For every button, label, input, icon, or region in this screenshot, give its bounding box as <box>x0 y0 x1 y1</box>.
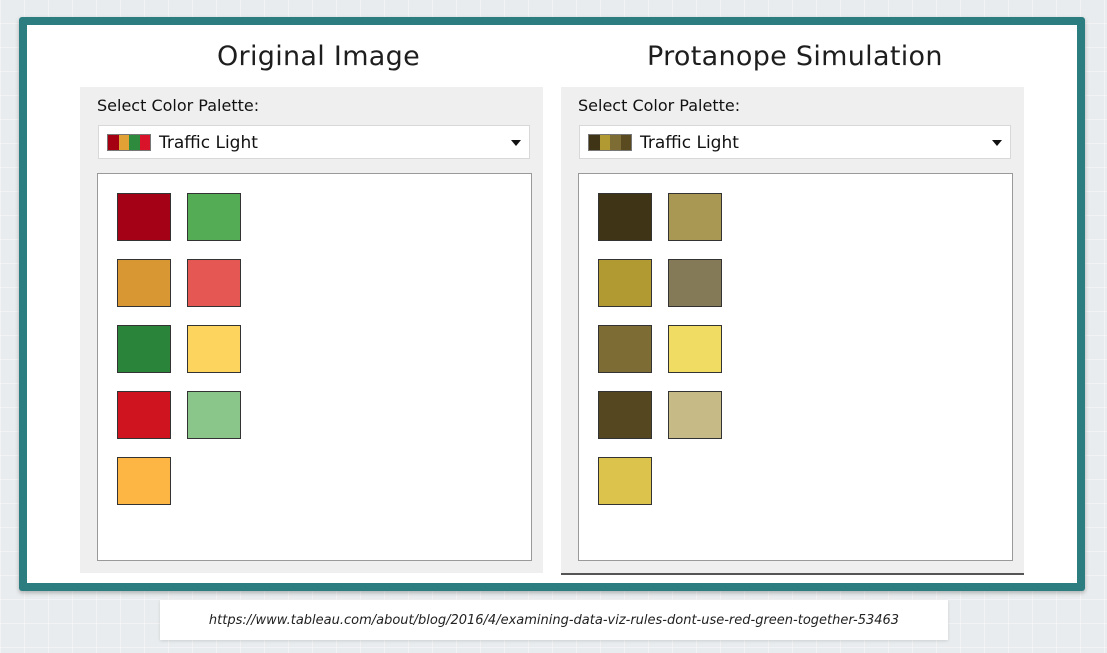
dropdown-arrow-icon[interactable] <box>511 140 521 146</box>
color-swatch[interactable] <box>668 391 722 439</box>
color-swatch[interactable] <box>598 391 652 439</box>
palette-dropdown[interactable]: Traffic Light <box>98 125 530 159</box>
color-swatch-list <box>578 173 1013 561</box>
palette-preview-icon <box>107 134 151 151</box>
color-swatch[interactable] <box>598 193 652 241</box>
dropdown-arrow-icon[interactable] <box>992 140 1002 146</box>
palette-preview-segment <box>610 135 621 150</box>
color-swatch[interactable] <box>187 193 241 241</box>
color-swatch[interactable] <box>187 391 241 439</box>
source-url-caption: https://www.tableau.com/about/blog/2016/… <box>160 600 948 640</box>
palette-preview-segment <box>139 135 150 150</box>
color-swatch[interactable] <box>668 325 722 373</box>
color-swatch[interactable] <box>187 259 241 307</box>
color-swatch-list <box>97 173 532 561</box>
color-swatch[interactable] <box>117 457 171 505</box>
original-image-title: Original Image <box>217 41 420 72</box>
palette-dropdown-value: Traffic Light <box>640 133 739 153</box>
select-color-palette-label: Select Color Palette: <box>97 96 260 115</box>
protanope-simulation-title: Protanope Simulation <box>647 41 943 72</box>
color-swatch[interactable] <box>598 457 652 505</box>
color-swatch[interactable] <box>117 193 171 241</box>
color-swatch[interactable] <box>117 259 171 307</box>
select-color-palette-label: Select Color Palette: <box>578 96 741 115</box>
palette-dropdown[interactable]: Traffic Light <box>579 125 1011 159</box>
color-swatch[interactable] <box>117 391 171 439</box>
color-swatch[interactable] <box>668 259 722 307</box>
color-swatch[interactable] <box>187 325 241 373</box>
color-swatch[interactable] <box>598 259 652 307</box>
protanope-palette-panel: Select Color Palette: Traffic Light <box>561 87 1024 575</box>
color-swatch[interactable] <box>668 193 722 241</box>
palette-preview-icon <box>588 134 632 151</box>
palette-preview-segment <box>589 135 600 150</box>
palette-preview-segment <box>599 135 610 150</box>
slide-frame: Original Image Protanope Simulation Sele… <box>19 17 1085 591</box>
palette-preview-segment <box>129 135 140 150</box>
palette-preview-segment <box>108 135 119 150</box>
palette-preview-segment <box>620 135 631 150</box>
palette-preview-segment <box>118 135 129 150</box>
original-palette-panel: Select Color Palette: Traffic Light <box>80 87 543 573</box>
color-swatch[interactable] <box>117 325 171 373</box>
palette-dropdown-value: Traffic Light <box>159 133 258 153</box>
slide-content: Original Image Protanope Simulation Sele… <box>27 25 1077 583</box>
color-swatch[interactable] <box>598 325 652 373</box>
